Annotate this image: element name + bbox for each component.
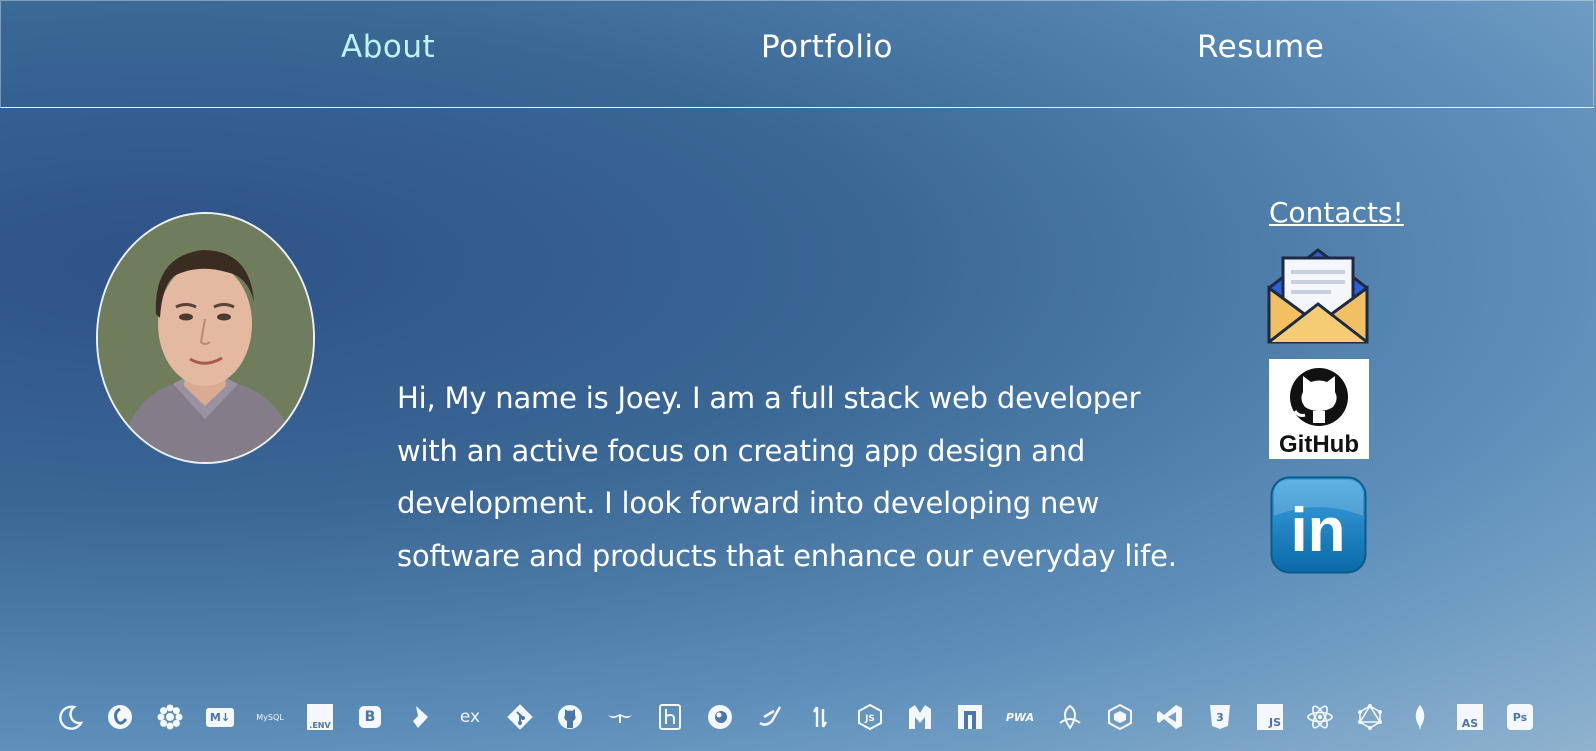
- markdown-label: M↓: [205, 707, 235, 727]
- feather-icon: [405, 702, 435, 732]
- svg-text:JS: JS: [864, 714, 875, 724]
- bootstrap-label: B: [359, 706, 381, 728]
- handlebars-icon: [605, 702, 635, 732]
- react-icon: [1305, 702, 1335, 732]
- pwa-icon: PWA: [1005, 702, 1035, 732]
- top-nav: About Portfolio Resume: [0, 0, 1594, 108]
- npm-icon: [955, 702, 985, 732]
- assemblyscript-label: AS: [1457, 704, 1483, 730]
- bootstrap-icon: B: [355, 702, 385, 732]
- heroku-icon: [655, 702, 685, 732]
- mysql-icon: MySQL: [255, 702, 285, 732]
- javascript-label: JS: [1257, 704, 1283, 730]
- portrait-image: [98, 214, 313, 462]
- nodejs-icon: JS: [855, 702, 885, 732]
- tech-stack-row: M↓ MySQL .ENV B ex JS PWA 3 JS AS Ps: [55, 697, 1535, 737]
- express-icon: ex: [455, 702, 485, 732]
- mongodb-icon: [1405, 702, 1435, 732]
- contacts-heading: Contacts!: [1269, 196, 1404, 229]
- pwa-label: PWA: [1005, 710, 1035, 724]
- vscode-icon: [1155, 702, 1185, 732]
- slash-icon: [755, 702, 785, 732]
- nav-about[interactable]: About: [341, 29, 435, 65]
- cube-icon: [1105, 702, 1135, 732]
- github-icon: GitHub: [1279, 368, 1359, 458]
- css3-icon: 3: [1205, 702, 1235, 732]
- assemblyscript-icon: AS: [1455, 702, 1485, 732]
- javascript-icon: JS: [1255, 702, 1285, 732]
- flower-icon: [155, 702, 185, 732]
- github-link[interactable]: GitHub: [1269, 359, 1369, 459]
- nav-resume[interactable]: Resume: [1197, 29, 1324, 65]
- bio-text: Hi, My name is Joey. I am a full stack w…: [397, 381, 1177, 573]
- linkedin-label: in: [1290, 496, 1345, 565]
- git-icon: [505, 702, 535, 732]
- env-icon: .ENV: [305, 702, 335, 732]
- circle-eye-icon: [705, 702, 735, 732]
- swirl-icon: [105, 702, 135, 732]
- linkedin-icon: in: [1270, 476, 1367, 574]
- linkedin-link[interactable]: in: [1270, 476, 1367, 574]
- envelope-icon: [1267, 248, 1369, 344]
- profile-avatar: [96, 212, 315, 464]
- github-label: GitHub: [1279, 431, 1359, 458]
- arrows-icon: [805, 702, 835, 732]
- mongoose-icon: [905, 702, 935, 732]
- env-label: .ENV: [307, 704, 333, 730]
- markdown-icon: M↓: [205, 702, 235, 732]
- mysql-label: MySQL: [256, 712, 284, 722]
- knot-icon: [1055, 702, 1085, 732]
- email-link[interactable]: [1267, 244, 1369, 346]
- graphql-icon: [1355, 702, 1385, 732]
- svg-text:3: 3: [1216, 711, 1224, 724]
- github-icon: [555, 702, 585, 732]
- photoshop-icon: Ps: [1505, 702, 1535, 732]
- moon-icon: [55, 702, 85, 732]
- nav-portfolio[interactable]: Portfolio: [761, 29, 893, 65]
- photoshop-label: Ps: [1507, 704, 1533, 730]
- express-label: ex: [459, 707, 481, 727]
